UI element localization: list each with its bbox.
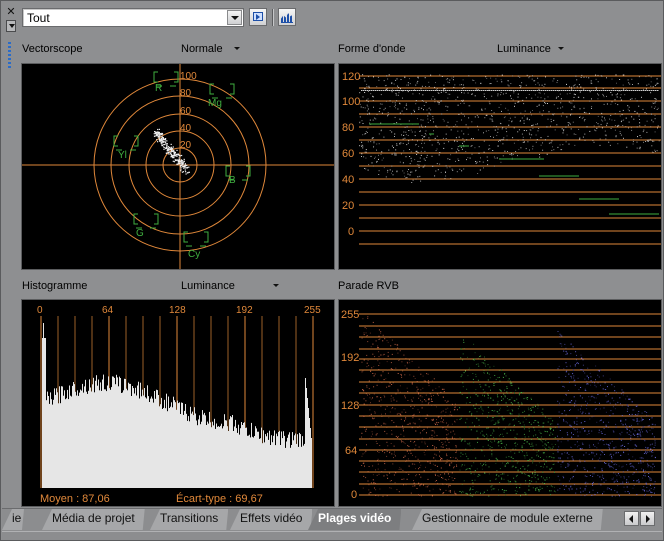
waveform-mode[interactable]: Luminance (497, 43, 551, 55)
waveform-tick-20: 20 (342, 200, 354, 212)
tab-gestionnaire-module[interactable]: Gestionnaire de module externe (412, 509, 603, 530)
docking-strip: ✕ (4, 4, 18, 504)
close-icon[interactable]: ✕ (5, 6, 17, 18)
drag-grip[interactable] (8, 42, 11, 68)
vectorscope-mode[interactable]: Normale (181, 43, 223, 55)
vectorscope-title: Vectorscope (22, 43, 83, 55)
target-label-mg: Mg (208, 98, 222, 109)
toolbar-separator (272, 9, 273, 26)
update-scopes-button[interactable] (278, 8, 296, 26)
histogram-tick-0: 0 (37, 305, 43, 316)
tab-scroll-left-icon[interactable] (624, 511, 639, 526)
tab-plages-video[interactable]: Plages vidéo (308, 509, 401, 530)
waveform-tick-80: 80 (342, 122, 354, 134)
target-label-b: B (229, 175, 236, 186)
waveform-tick-100: 100 (342, 96, 360, 108)
vectorscope-display: 100 80 60 40 20 R Mg B Cy G Yl (21, 63, 335, 270)
ring-label-40: 40 (180, 123, 192, 134)
tab-transitions[interactable]: Transitions (150, 509, 228, 530)
toolbar: Tout (20, 5, 662, 31)
tab-effets-video[interactable]: Effets vidéo (230, 509, 312, 530)
histogram-title: Histogramme (22, 280, 88, 292)
preset-value: Tout (27, 11, 50, 25)
tab-scroll-right-icon[interactable] (640, 511, 655, 526)
ring-label-80: 80 (180, 88, 192, 99)
video-scopes-window: ✕ Tout Vectorscope Normale Forme d'onde … (0, 0, 664, 541)
parade-tick-64: 64 (345, 445, 357, 457)
histogram-mean: Moyen : 87,06 (40, 493, 110, 505)
parade-tick-128: 128 (341, 400, 359, 412)
parade-title: Parade RVB (338, 280, 399, 292)
chevron-down-icon[interactable] (227, 10, 242, 25)
status-strip (2, 531, 662, 540)
target-label-yl: Yl (118, 150, 127, 161)
histogram-stddev: Écart-type : 69,67 (176, 492, 263, 505)
histogram-tick-64: 64 (102, 305, 114, 316)
waveform-title: Forme d'onde (338, 43, 406, 55)
send-to-monitor-button[interactable] (249, 8, 267, 26)
tab-bar: ie Média de projet Transitions Effets vi… (2, 508, 662, 531)
pin-icon[interactable] (6, 20, 16, 32)
ring-label-20: 20 (180, 140, 192, 151)
waveform-tick-0: 0 (348, 226, 354, 238)
histogram-mode[interactable]: Luminance (181, 280, 235, 292)
target-label-r: R (155, 83, 162, 94)
waveform-tick-60: 60 (342, 148, 354, 160)
waveform-tick-120: 120 (342, 71, 360, 83)
parade-tick-192: 192 (341, 352, 359, 364)
target-label-cy: Cy (188, 249, 200, 260)
target-label-g: G (136, 228, 144, 239)
histogram-tick-192: 192 (236, 305, 253, 316)
preset-dropdown[interactable]: Tout (22, 8, 244, 27)
chevron-down-icon[interactable] (273, 284, 279, 287)
parade-tick-0: 0 (351, 489, 357, 501)
chevron-down-icon[interactable] (234, 47, 240, 50)
histogram-display: 0 64 128 192 255 Moyen : 87,06 Écart-typ… (21, 299, 335, 507)
chevron-down-icon[interactable] (558, 47, 564, 50)
rgb-parade-display: 255 192 128 64 0 (338, 299, 662, 507)
tab-prev-partial[interactable]: ie (2, 509, 24, 530)
histogram-tick-128: 128 (169, 305, 186, 316)
tab-media-projet[interactable]: Média de projet (42, 509, 145, 530)
ring-label-100: 100 (180, 71, 197, 82)
parade-tick-255: 255 (341, 309, 359, 321)
video-scopes-icon (281, 13, 293, 23)
waveform-display: 120 100 80 60 40 20 0 (338, 63, 662, 270)
histogram-tick-255: 255 (304, 305, 321, 316)
ring-label-60: 60 (180, 106, 192, 117)
monitor-output-icon (253, 12, 263, 21)
waveform-tick-40: 40 (342, 174, 354, 186)
